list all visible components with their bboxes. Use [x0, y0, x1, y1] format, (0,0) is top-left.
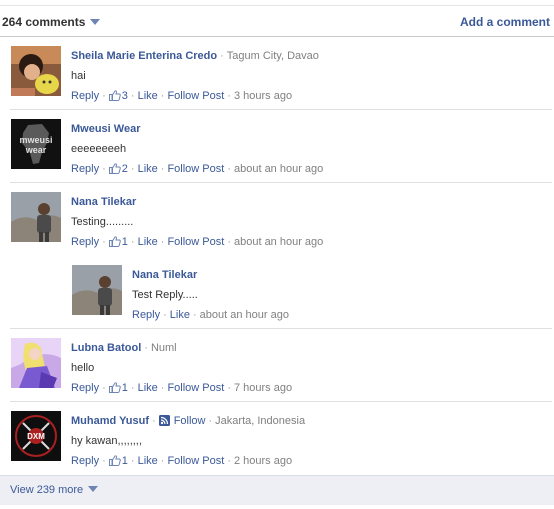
top-divider [0, 5, 554, 6]
follow-post-link[interactable]: Follow Post [167, 236, 224, 248]
comments-widget: 264 comments Add a comment Sheila Marie … [0, 0, 554, 509]
thumbs-up-icon [108, 90, 121, 101]
view-more-label: View 239 more [10, 484, 84, 496]
comment-author-affiliation: Numl [150, 342, 177, 354]
like-count[interactable]: 1 [108, 455, 128, 467]
like-count-value: 1 [121, 236, 128, 248]
comment-count-label: 264 comments [2, 15, 86, 29]
like-link[interactable]: Like [170, 309, 190, 321]
like-link[interactable]: Like [138, 236, 158, 248]
like-count-value: 1 [121, 382, 128, 394]
comment-item: DXM Muhamd Yusuf · Follow · Jakarta, Indones… [0, 402, 552, 475]
thumbs-up-icon [108, 163, 121, 174]
follow-post-link[interactable]: Follow Post [167, 90, 224, 102]
like-count[interactable]: 3 [108, 90, 128, 102]
like-count-value: 3 [121, 90, 128, 102]
comment-actions: Reply · 1 · Like · Follow Post · 2 hours ago [71, 455, 293, 467]
view-more-bar[interactable]: View 239 more [0, 475, 554, 505]
comment-item: Sheila Marie Enterina Credo · Tagum City, … [0, 37, 552, 110]
reply-item: Nana Tilekar Test Reply..... Reply · Like ·… [0, 256, 552, 329]
avatar-anime-art-icon [11, 338, 61, 388]
thumbs-up-icon [108, 236, 121, 247]
comment-text: hy kawan,,,,,,,, [71, 435, 142, 447]
comment-author-location: Jakarta, Indonesia [215, 415, 306, 427]
rss-icon [158, 415, 170, 426]
comment-item: Lubna Batool · Numl hello Reply · 1 · Like · Fol… [0, 329, 552, 402]
thumbs-up-icon [108, 382, 121, 393]
avatar-photo-doll-icon [11, 46, 61, 96]
avatar-africa-logo-icon: mweusi wear [11, 119, 61, 169]
comment-author-name[interactable]: Mweusi Wear [71, 123, 141, 135]
comments-header: 264 comments Add a comment [0, 12, 554, 32]
comment-timestamp[interactable]: 2 hours ago [234, 455, 292, 467]
comment-text: hai [71, 70, 86, 82]
comment-author-name[interactable]: Lubna Batool [71, 342, 141, 354]
comment-text: Testing......... [71, 216, 134, 228]
avatar[interactable] [72, 265, 122, 315]
like-count[interactable]: 1 [108, 236, 128, 248]
avatar[interactable]: DXM [11, 411, 61, 461]
comment-actions: Reply · 3 · Like · Follow Post · 3 hours ago [71, 90, 293, 102]
like-count[interactable]: 2 [108, 163, 128, 175]
comment-author-name[interactable]: Sheila Marie Enterina Credo [71, 50, 217, 62]
comment-item: Nana Tilekar Testing......... Reply · 1 · Li… [0, 183, 552, 256]
view-more-link[interactable]: View 239 more [10, 484, 99, 496]
chevron-down-icon [88, 486, 99, 492]
like-link[interactable]: Like [138, 163, 158, 175]
add-comment-link[interactable]: Add a comment [460, 15, 550, 29]
comment-text: hello [71, 362, 95, 374]
like-count-value: 2 [121, 163, 128, 175]
reply-link[interactable]: Reply [132, 309, 160, 321]
comment-count-sort[interactable]: 264 comments [2, 15, 101, 29]
avatar-emblem-logo-icon: DXM [11, 411, 61, 461]
reply-author-name[interactable]: Nana Tilekar [132, 269, 197, 281]
avatar-photo-man-icon [72, 265, 122, 315]
like-count-value: 1 [121, 455, 128, 467]
comment-timestamp[interactable]: about an hour ago [234, 236, 323, 248]
reply-text: Test Reply..... [132, 289, 198, 301]
chevron-down-icon [90, 19, 101, 25]
avatar[interactable] [11, 46, 61, 96]
comment-timestamp[interactable]: 7 hours ago [234, 382, 292, 394]
reply-link[interactable]: Reply [71, 163, 99, 175]
thumbs-up-icon [108, 455, 121, 466]
follow-post-link[interactable]: Follow Post [167, 382, 224, 394]
like-link[interactable]: Like [138, 455, 158, 467]
follow-user-button[interactable]: Follow [158, 415, 206, 427]
like-link[interactable]: Like [138, 382, 158, 394]
comment-timestamp[interactable]: 3 hours ago [234, 90, 292, 102]
avatar[interactable] [11, 338, 61, 388]
like-count[interactable]: 1 [108, 382, 128, 394]
reply-link[interactable]: Reply [71, 455, 99, 467]
comment-author-name[interactable]: Muhamd Yusuf [71, 415, 149, 427]
svg-text:DXM: DXM [27, 432, 45, 441]
comment-timestamp[interactable]: about an hour ago [234, 163, 323, 175]
svg-text:mweusi: mweusi [19, 135, 52, 145]
reply-link[interactable]: Reply [71, 90, 99, 102]
reply-timestamp[interactable]: about an hour ago [200, 309, 289, 321]
avatar[interactable]: mweusi wear [11, 119, 61, 169]
reply-link[interactable]: Reply [71, 382, 99, 394]
svg-text:wear: wear [25, 145, 47, 155]
comment-actions: Reply · 1 · Like · Follow Post · about an hour a… [71, 236, 324, 248]
follow-post-link[interactable]: Follow Post [167, 455, 224, 467]
comment-item: mweusi wear Mweusi Wear eeeeeeeeh Reply ·… [0, 110, 552, 183]
avatar[interactable] [11, 192, 61, 242]
comment-author-name[interactable]: Nana Tilekar [71, 196, 136, 208]
comment-text: eeeeeeeeh [71, 143, 127, 155]
follow-user-label: Follow [173, 415, 206, 427]
follow-post-link[interactable]: Follow Post [167, 163, 224, 175]
like-link[interactable]: Like [138, 90, 158, 102]
reply-link[interactable]: Reply [71, 236, 99, 248]
avatar-photo-man-icon [11, 192, 61, 242]
comment-actions: Reply · 1 · Like · Follow Post · 7 hours ago [71, 382, 293, 394]
reply-actions: Reply · Like · about an hour ago [132, 309, 289, 321]
comment-actions: Reply · 2 · Like · Follow Post · about an hour a… [71, 163, 324, 175]
comment-author-location: Tagum City, Davao [226, 50, 319, 62]
